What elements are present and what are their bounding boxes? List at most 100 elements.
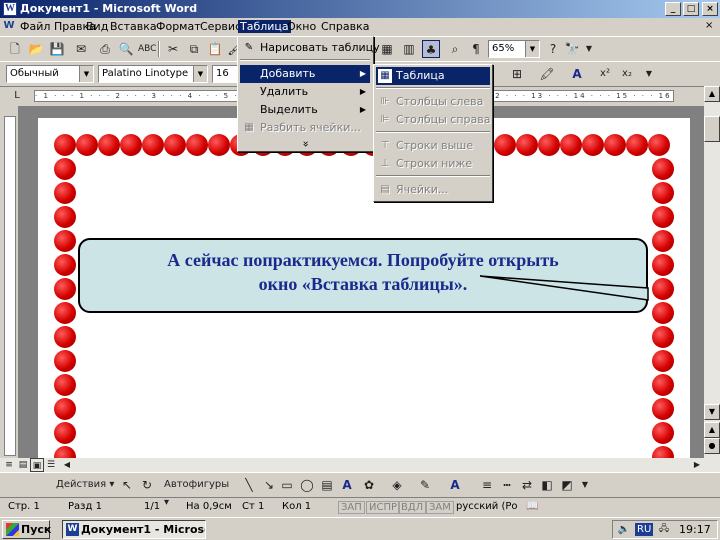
save-icon[interactable]: 💾 <box>48 40 66 58</box>
style-select[interactable]: Обычный ▼ <box>6 65 94 83</box>
font-select[interactable]: Palatino Linotype ▼ <box>98 65 208 83</box>
menu-item-insert-table[interactable]: ▦ Таблица <box>376 67 490 85</box>
show-formatting-icon[interactable]: ¶ <box>467 40 485 58</box>
toolbar-options-icon[interactable]: ▼ <box>640 65 658 83</box>
arrow-style-icon[interactable]: ⇄ <box>518 476 536 494</box>
new-document-icon[interactable]: 🗋 <box>6 40 24 58</box>
zoom-select[interactable]: 65% ▼ <box>488 40 540 58</box>
status-ovr[interactable]: ЗАМ <box>426 501 454 514</box>
drawing-icon[interactable]: ♣ <box>422 40 440 58</box>
menu-format[interactable]: Формат <box>156 20 201 33</box>
arrow-icon[interactable]: ↘ <box>260 476 278 494</box>
maximize-button[interactable]: □ <box>683 2 699 16</box>
font-color-icon[interactable]: A <box>568 65 586 83</box>
autoshapes-menu[interactable]: Автофигуры ▾ <box>164 476 236 508</box>
font-color-icon[interactable]: A <box>446 476 464 494</box>
actions-menu[interactable]: Действия ▾ <box>56 476 116 494</box>
menu-window[interactable]: Окно <box>287 20 316 33</box>
line-icon[interactable]: ╲ <box>240 476 258 494</box>
fill-color-icon[interactable]: ◈ <box>388 476 406 494</box>
shadow-icon[interactable]: ◧ <box>538 476 556 494</box>
web-view-icon[interactable]: ▤ <box>16 458 30 472</box>
ruler-strip[interactable] <box>4 116 16 456</box>
previous-page-button[interactable]: ▲ <box>704 422 720 438</box>
vertical-scrollbar[interactable]: ▲ ▼ ▲ ● ▼ <box>704 86 720 458</box>
menu-item-insert[interactable]: Добавить ▶ <box>240 65 370 83</box>
menu-item-rows-above[interactable]: ⊤ Строки выше <box>376 137 490 155</box>
oval-icon[interactable]: ◯ <box>298 476 316 494</box>
status-language[interactable]: русский (Ро <box>456 501 518 512</box>
superscript-icon[interactable]: x² <box>596 65 614 83</box>
browse-object-button[interactable]: ● <box>704 438 720 454</box>
menu-table[interactable]: Таблица <box>238 20 291 33</box>
close-button[interactable]: × <box>702 2 718 16</box>
horizontal-scrollbar[interactable]: ≡ ▤ ▣ ☰ ◀ ▶ <box>0 458 720 472</box>
language-indicator[interactable]: RU <box>635 523 654 536</box>
scroll-right-icon[interactable]: ▶ <box>690 458 704 472</box>
line-style-icon[interactable]: ≡ <box>478 476 496 494</box>
print-layout-icon[interactable]: ▣ <box>30 458 44 472</box>
paste-icon[interactable]: 📋 <box>206 40 224 58</box>
wordart-icon[interactable]: A <box>338 476 356 494</box>
spelling-status-icon[interactable]: 📖 <box>526 501 538 512</box>
insert-excel-icon[interactable]: ▦ <box>378 40 396 58</box>
line-color-icon[interactable]: ✎ <box>416 476 434 494</box>
menu-insert[interactable]: Вставка <box>110 20 157 33</box>
status-trk[interactable]: ИСПР <box>366 501 401 514</box>
menu-item-delete[interactable]: Удалить ▶ <box>240 83 370 101</box>
menu-item-select[interactable]: Выделить ▶ <box>240 101 370 119</box>
dash-style-icon[interactable]: ┅ <box>498 476 516 494</box>
scroll-up-button[interactable]: ▲ <box>704 86 720 102</box>
start-button[interactable]: Пуск <box>2 520 51 539</box>
select-objects-icon[interactable]: ↖ <box>118 476 136 494</box>
network-icon[interactable]: 🖧 <box>657 521 671 538</box>
word-app-icon[interactable]: W <box>3 2 17 16</box>
email-icon[interactable]: ✉ <box>72 40 90 58</box>
tab-selector-icon[interactable]: L <box>8 87 26 105</box>
font-size-select[interactable]: 16 <box>212 65 240 83</box>
minimize-button[interactable]: _ <box>665 2 681 16</box>
borders-icon[interactable]: ⊞ <box>508 65 526 83</box>
menu-file[interactable]: Файл <box>20 20 50 33</box>
menu-help[interactable]: Справка <box>321 20 369 33</box>
rectangle-icon[interactable]: ▭ <box>278 476 296 494</box>
scroll-thumb[interactable] <box>704 116 720 142</box>
menu-tools[interactable]: Сервис <box>200 20 241 33</box>
help-icon[interactable]: ? <box>544 40 562 58</box>
menu-item-draw-table[interactable]: ✎ Нарисовать таблицу <box>240 39 380 57</box>
toolbar-options-icon[interactable]: ▼ <box>576 476 594 494</box>
outline-view-icon[interactable]: ☰ <box>44 458 58 472</box>
document-icon[interactable]: W <box>2 18 16 34</box>
toolbar-options-icon[interactable]: ▼ <box>580 40 598 58</box>
find-icon[interactable]: 🔭 <box>563 40 581 58</box>
menu-expand-button[interactable]: » <box>240 135 370 153</box>
menu-item-columns-right[interactable]: ⊫ Столбцы справа <box>376 111 491 129</box>
chevron-down-icon[interactable]: ▼ <box>193 66 207 82</box>
spelling-icon[interactable]: ABC <box>138 40 156 58</box>
chevron-down-icon[interactable]: ▼ <box>525 41 539 57</box>
print-icon[interactable]: ⎙ <box>96 40 114 58</box>
open-icon[interactable]: 📂 <box>27 40 45 58</box>
scroll-left-icon[interactable]: ◀ <box>60 458 74 472</box>
textbox-icon[interactable]: ▤ <box>318 476 336 494</box>
3d-icon[interactable]: ◩ <box>558 476 576 494</box>
chevron-down-icon[interactable]: ▼ <box>79 66 93 82</box>
print-preview-icon[interactable]: 🔍 <box>117 40 135 58</box>
status-ext[interactable]: ВДЛ <box>398 501 427 514</box>
doc-close-icon[interactable]: × <box>705 20 713 31</box>
menu-item-rows-below[interactable]: ⊥ Строки ниже <box>376 155 490 173</box>
scroll-down-button[interactable]: ▼ <box>704 404 720 420</box>
volume-icon[interactable]: 🔈 <box>617 521 631 538</box>
menu-view[interactable]: Вид <box>86 20 108 33</box>
menu-item-columns-left[interactable]: ⊪ Столбцы слева <box>376 93 490 111</box>
free-rotate-icon[interactable]: ↻ <box>138 476 156 494</box>
highlight-icon[interactable]: 🖍 <box>538 65 556 83</box>
document-map-icon[interactable]: ⌕ <box>446 40 464 58</box>
clipart-icon[interactable]: ✿ <box>360 476 378 494</box>
copy-icon[interactable]: ⧉ <box>185 40 203 58</box>
vertical-ruler[interactable] <box>0 106 18 458</box>
cut-icon[interactable]: ✂ <box>164 40 182 58</box>
status-rec[interactable]: ЗАП <box>338 501 365 514</box>
menu-item-cells[interactable]: ▤ Ячейки... <box>376 181 490 199</box>
columns-icon[interactable]: ▥ <box>400 40 418 58</box>
